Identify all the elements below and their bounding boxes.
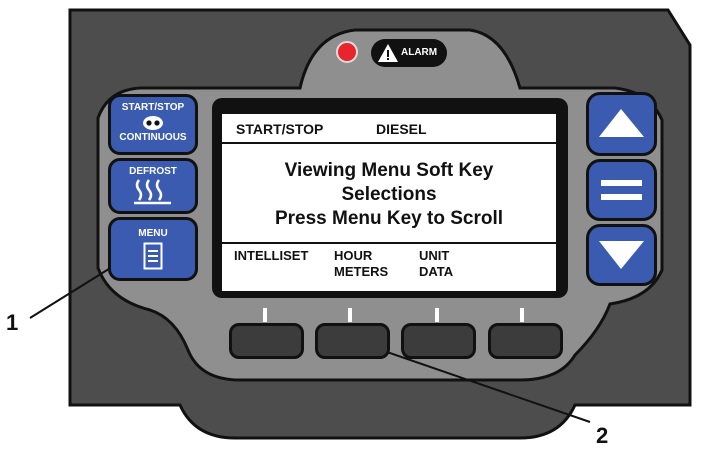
softkey-tick-2 <box>348 308 352 322</box>
start-stop-icon <box>143 116 163 130</box>
equals-icon <box>601 180 642 200</box>
warning-icon <box>378 44 398 62</box>
softkey-label-1: INTELLISET <box>234 248 309 263</box>
up-arrow-icon <box>599 109 644 137</box>
softkey-3[interactable] <box>401 323 476 359</box>
display-mode: START/STOP <box>236 121 324 137</box>
softkey-label-2b: METERS <box>334 264 389 279</box>
display-message-line1: Viewing Menu Soft Key <box>284 160 494 181</box>
softkey-label-2: HOUR <box>334 248 373 263</box>
softkey-label-3: UNIT <box>419 248 450 263</box>
down-button[interactable] <box>586 224 657 286</box>
callout-2: 2 <box>596 423 609 448</box>
start-stop-label: START/STOP <box>121 102 185 113</box>
softkey-tick-3 <box>435 308 439 322</box>
menu-button[interactable]: MENU <box>108 217 198 281</box>
softkey-4[interactable] <box>488 323 563 359</box>
alarm-led <box>336 41 358 63</box>
lcd-display: START/STOP DIESEL Viewing Menu Soft Key … <box>220 112 558 293</box>
defrost-icon <box>134 179 171 205</box>
display-message-line2: Selections <box>341 184 437 205</box>
down-arrow-icon <box>599 241 644 269</box>
continuous-label: CONTINUOUS <box>119 132 187 143</box>
softkey-label-3b: DATA <box>419 264 454 279</box>
softkey-2[interactable] <box>315 323 390 359</box>
defrost-label: DEFROST <box>129 166 177 177</box>
softkey-tick-4 <box>520 308 524 322</box>
display-fuel: DIESEL <box>376 121 427 137</box>
display-message-line3: Press Menu Key to Scroll <box>274 208 504 229</box>
select-button[interactable] <box>586 159 657 221</box>
alarm-badge: ALARM <box>371 39 447 67</box>
menu-label: MENU <box>138 228 168 239</box>
menu-icon <box>143 242 163 270</box>
defrost-button[interactable]: DEFROST <box>108 158 198 214</box>
softkey-1[interactable] <box>229 323 304 359</box>
softkey-tick-1 <box>263 308 267 322</box>
callout-1: 1 <box>6 310 19 335</box>
start-stop-button[interactable]: START/STOP CONTINUOUS <box>108 94 198 155</box>
alarm-label: ALARM <box>401 47 438 58</box>
up-button[interactable] <box>586 92 657 156</box>
display-top-divider <box>222 142 556 144</box>
display-bottom-divider <box>222 242 556 244</box>
